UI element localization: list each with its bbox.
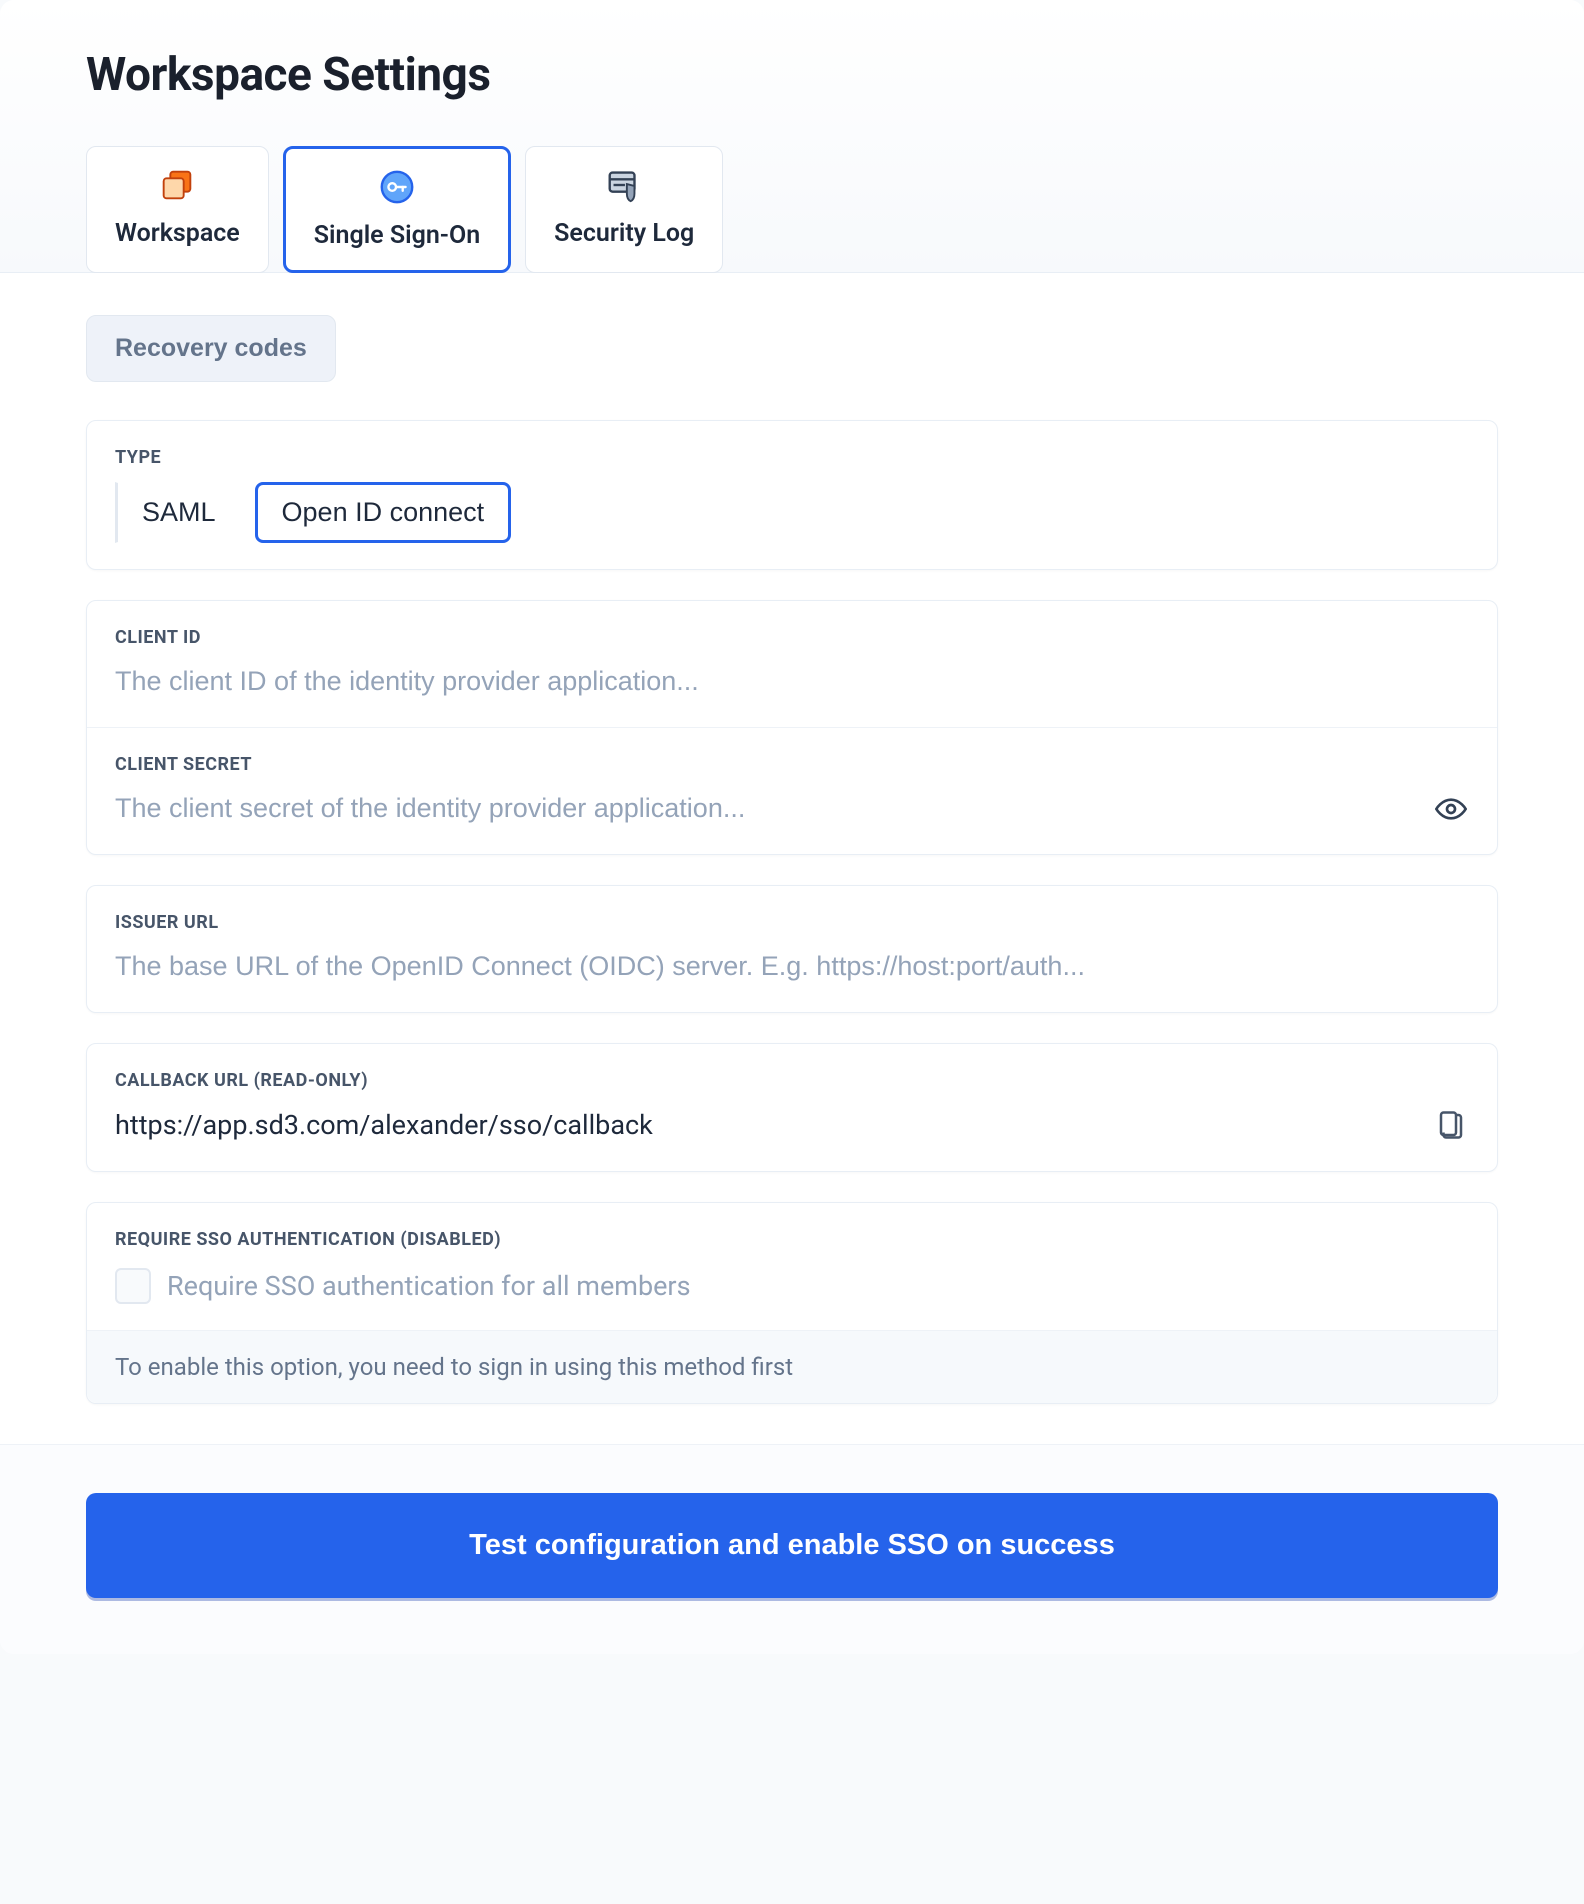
key-icon [377, 167, 417, 207]
tab-single-sign-on[interactable]: Single Sign-On [283, 146, 511, 273]
require-sso-label: REQUIRE SSO AUTHENTICATION (DISABLED) [115, 1229, 1469, 1250]
tabs: Workspace Single Sign-On [86, 146, 1498, 273]
callback-url-card: CALLBACK URL (READ-ONLY) https://app.sd3… [86, 1043, 1498, 1172]
workspace-icon [157, 165, 197, 205]
page-title: Workspace Settings [86, 48, 1498, 102]
shield-log-icon [604, 165, 644, 205]
type-option-saml[interactable]: SAML [115, 482, 241, 543]
tab-workspace[interactable]: Workspace [86, 146, 269, 273]
test-and-enable-button[interactable]: Test configuration and enable SSO on suc… [86, 1493, 1498, 1598]
type-label: TYPE [115, 447, 1469, 468]
content: Recovery codes TYPE SAML Open ID connect… [0, 273, 1584, 1444]
workspace-settings-page: Workspace Settings Workspace [0, 0, 1584, 1654]
type-card: TYPE SAML Open ID connect [86, 420, 1498, 570]
header: Workspace Settings Workspace [0, 0, 1584, 273]
issuer-url-card: ISSUER URL [86, 885, 1498, 1013]
type-option-openid[interactable]: Open ID connect [255, 482, 512, 543]
tab-label: Workspace [115, 219, 240, 248]
callback-url-label: CALLBACK URL (READ-ONLY) [115, 1070, 1469, 1091]
callback-url-value: https://app.sd3.com/alexander/sso/callba… [115, 1105, 1419, 1145]
footer-bar: Test configuration and enable SSO on suc… [0, 1444, 1584, 1654]
require-sso-card: REQUIRE SSO AUTHENTICATION (DISABLED) Re… [86, 1202, 1498, 1404]
tab-label: Security Log [554, 219, 694, 248]
client-secret-input[interactable] [115, 789, 1419, 828]
client-credentials-card: CLIENT ID CLIENT SECRET [86, 600, 1498, 855]
tab-label: Single Sign-On [314, 221, 480, 250]
copy-icon[interactable] [1433, 1107, 1469, 1143]
require-sso-checkbox-label: Require SSO authentication for all membe… [167, 1270, 691, 1302]
type-options: SAML Open ID connect [115, 482, 1469, 543]
issuer-url-label: ISSUER URL [115, 912, 1469, 933]
require-sso-checkbox [115, 1268, 151, 1304]
eye-icon[interactable] [1433, 791, 1469, 827]
tab-security-log[interactable]: Security Log [525, 146, 723, 273]
client-id-label: CLIENT ID [115, 627, 1469, 648]
issuer-url-input[interactable] [115, 947, 1469, 986]
client-id-input[interactable] [115, 662, 1469, 701]
client-secret-label: CLIENT SECRET [115, 754, 1469, 775]
require-sso-note: To enable this option, you need to sign … [87, 1330, 1497, 1403]
recovery-codes-button[interactable]: Recovery codes [86, 315, 336, 382]
